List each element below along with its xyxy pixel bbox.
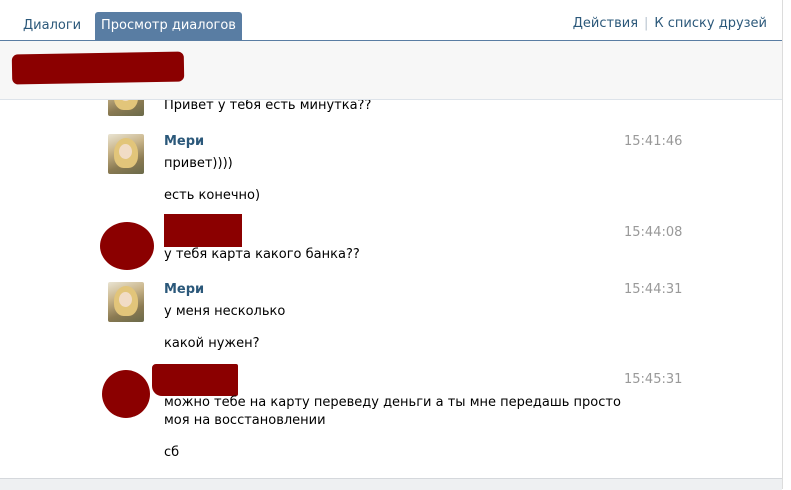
message-text: можно тебе на карту переведу деньги а ты… (164, 395, 621, 410)
redacted-sender-name (152, 364, 238, 396)
tab-view-dialogs[interactable]: Просмотр диалогов (95, 12, 242, 40)
dialog-header (0, 41, 782, 100)
redacted-dialog-title (11, 51, 185, 85)
top-links: Действия | К списку друзей (573, 16, 767, 31)
sender-name[interactable]: Мери (164, 134, 204, 149)
sender-name[interactable]: Мери (164, 282, 204, 297)
message-history: Привет у тебя есть минутка?? Мери 15:41:… (0, 100, 783, 478)
tab-dialogs[interactable]: Диалоги (12, 12, 92, 40)
message-text: сб (164, 445, 180, 460)
message-text: у тебя карта какого банка?? (164, 247, 360, 262)
message-time: 15:44:31 (624, 282, 683, 297)
redacted-avatar[interactable] (100, 222, 154, 270)
redacted-avatar[interactable] (102, 370, 150, 418)
friends-list-link[interactable]: К списку друзей (654, 16, 767, 31)
links-separator: | (644, 16, 649, 31)
avatar-meri[interactable] (108, 282, 144, 322)
message-text: моя на восстановлении (164, 413, 326, 428)
redacted-sender-name (164, 214, 242, 247)
message-text: есть конечно) (164, 188, 261, 203)
tab-bar: Диалоги Просмотр диалогов Действия | К спи… (0, 0, 791, 41)
message-time: 15:44:08 (624, 225, 683, 240)
message-text: какой нужен? (164, 336, 260, 351)
message-time: 15:41:46 (624, 134, 683, 149)
message-time: 15:45:31 (624, 372, 683, 387)
bottom-bar (0, 478, 782, 490)
message-text: привет)))) (164, 156, 233, 171)
message-text: Привет у тебя есть минутка?? (164, 100, 372, 113)
scrollbar[interactable] (782, 0, 791, 489)
message-text: у меня несколько (164, 304, 286, 319)
avatar[interactable] (108, 100, 144, 116)
actions-link[interactable]: Действия (573, 16, 638, 31)
avatar-meri[interactable] (108, 134, 144, 174)
